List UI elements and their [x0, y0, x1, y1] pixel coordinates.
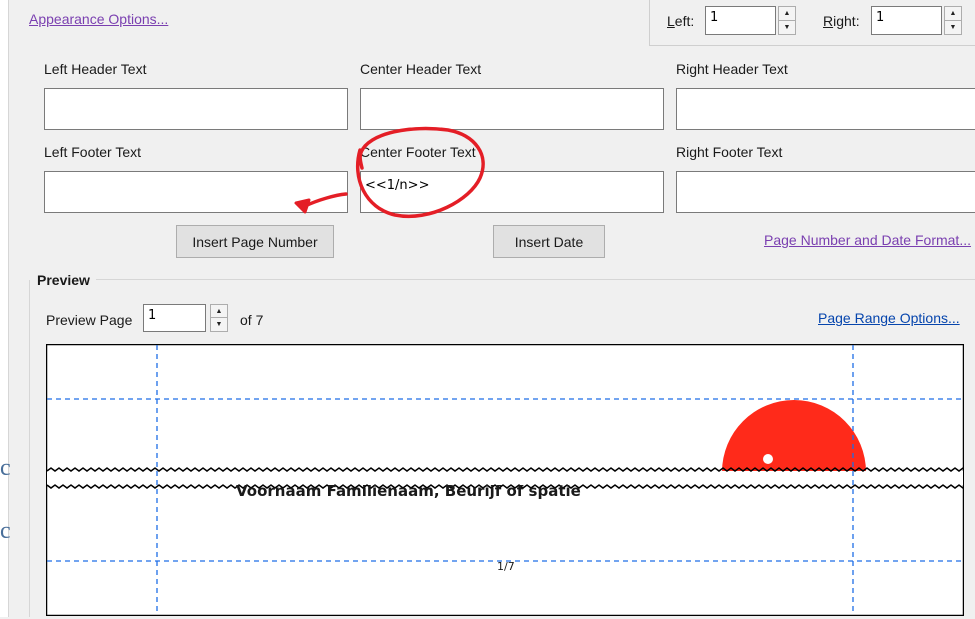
- center-header-input[interactable]: [360, 88, 664, 130]
- preview-page-spinner[interactable]: ▲ ▼: [210, 304, 228, 332]
- preview-page-label: Preview Page: [46, 312, 133, 328]
- left-margin-label: Left:: [667, 13, 695, 29]
- left-header-label: Left Header Text: [44, 61, 147, 77]
- insert-page-number-label: Insert Page Number: [192, 233, 318, 250]
- insert-page-number-button[interactable]: Insert Page Number: [176, 225, 334, 258]
- page-number-date-format-link[interactable]: Page Number and Date Format...: [764, 232, 971, 248]
- logo-dot: [763, 454, 773, 464]
- center-header-label: Center Header Text: [360, 61, 482, 77]
- preview-page-input[interactable]: 1: [143, 304, 206, 332]
- right-header-label: Right Header Text: [676, 61, 788, 77]
- spin-up-icon[interactable]: ▲: [779, 7, 795, 21]
- preview-section-divider: [96, 279, 975, 280]
- footer-page-number-preview: 1/7: [497, 560, 515, 573]
- right-margin-spinner[interactable]: ▲ ▼: [944, 6, 962, 35]
- center-footer-input[interactable]: <<1/n>>: [360, 171, 664, 213]
- left-header-input[interactable]: [44, 88, 348, 130]
- insert-date-button[interactable]: Insert Date: [493, 225, 605, 258]
- appearance-options-link[interactable]: Appearance Options...: [29, 11, 168, 27]
- spin-down-icon[interactable]: ▼: [945, 21, 961, 35]
- right-footer-input[interactable]: [676, 171, 975, 213]
- spin-down-icon[interactable]: ▼: [211, 318, 227, 331]
- page-range-options-link[interactable]: Page Range Options...: [818, 310, 960, 326]
- page-preview: Voornaam Familienaam, Beurijf of spatie …: [45, 343, 975, 617]
- center-footer-label: Center Footer Text: [360, 144, 476, 160]
- preview-section-title: Preview: [37, 272, 90, 288]
- preview-group-border: [29, 280, 30, 617]
- background-window-glyph: c: [0, 455, 11, 481]
- spin-down-icon[interactable]: ▼: [779, 21, 795, 35]
- left-footer-label: Left Footer Text: [44, 144, 142, 160]
- page-preview-canvas: [45, 343, 975, 617]
- spin-up-icon[interactable]: ▲: [945, 7, 961, 21]
- right-header-input[interactable]: [676, 88, 975, 130]
- left-margin-spinner[interactable]: ▲ ▼: [778, 6, 796, 35]
- left-footer-input[interactable]: [44, 171, 348, 213]
- spin-up-icon[interactable]: ▲: [211, 305, 227, 318]
- insert-date-label: Insert Date: [514, 233, 584, 250]
- left-margin-input[interactable]: 1: [705, 6, 776, 35]
- right-margin-input[interactable]: 1: [871, 6, 942, 35]
- page-break-gap: [47, 471, 963, 485]
- right-margin-label: Right:: [823, 13, 860, 29]
- right-footer-label: Right Footer Text: [676, 144, 783, 160]
- page-count-label: of 7: [240, 312, 264, 328]
- background-window-glyph: c: [0, 518, 11, 544]
